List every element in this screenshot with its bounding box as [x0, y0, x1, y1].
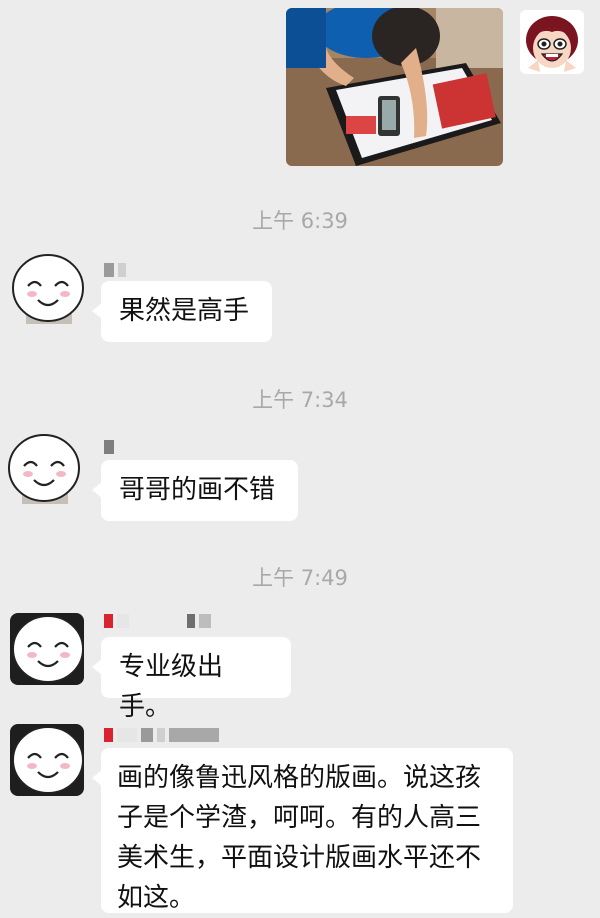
message-text: 画的像鲁迅风格的版画。说这孩子是个学渣，呵呵。有的人高三美术生，平面设计版画水平…: [117, 763, 482, 913]
timestamp: 上午 7:49: [252, 566, 348, 590]
message-bubble[interactable]: 哥哥的画不错: [92, 460, 298, 521]
message-bubble[interactable]: 画的像鲁迅风格的版画。说这孩子是个学渣，呵呵。有的人高三美术生，平面设计版画水平…: [92, 748, 513, 913]
smiley-face-icon: [10, 252, 84, 324]
timestamp: 上午 7:34: [252, 388, 348, 412]
my-avatar[interactable]: [520, 10, 584, 74]
smiley-face-icon: [6, 432, 80, 504]
sender-name-redacted: [104, 728, 219, 742]
sender-avatar[interactable]: [10, 252, 84, 324]
timestamp: 上午 6:39: [252, 209, 348, 233]
sender-avatar[interactable]: [10, 724, 84, 796]
sent-photo-message[interactable]: [286, 8, 503, 166]
message-text: 专业级出手。: [119, 652, 224, 722]
sender-avatar[interactable]: [6, 432, 80, 504]
message-bubble[interactable]: 果然是高手: [92, 281, 272, 342]
photo-boy-drawing-on-lightboard: [286, 8, 503, 166]
smiley-face-icon: [10, 613, 84, 685]
message-text: 哥哥的画不错: [119, 475, 276, 505]
cartoon-girl-avatar-icon: [520, 10, 584, 74]
message-bubble[interactable]: 专业级出手。: [92, 637, 291, 722]
smiley-face-icon: [10, 724, 84, 796]
sender-avatar[interactable]: [10, 613, 84, 685]
sender-name-redacted: [104, 440, 158, 454]
sender-name-redacted: [104, 263, 126, 277]
message-text: 果然是高手: [119, 296, 250, 326]
sender-name-redacted: [104, 614, 211, 628]
